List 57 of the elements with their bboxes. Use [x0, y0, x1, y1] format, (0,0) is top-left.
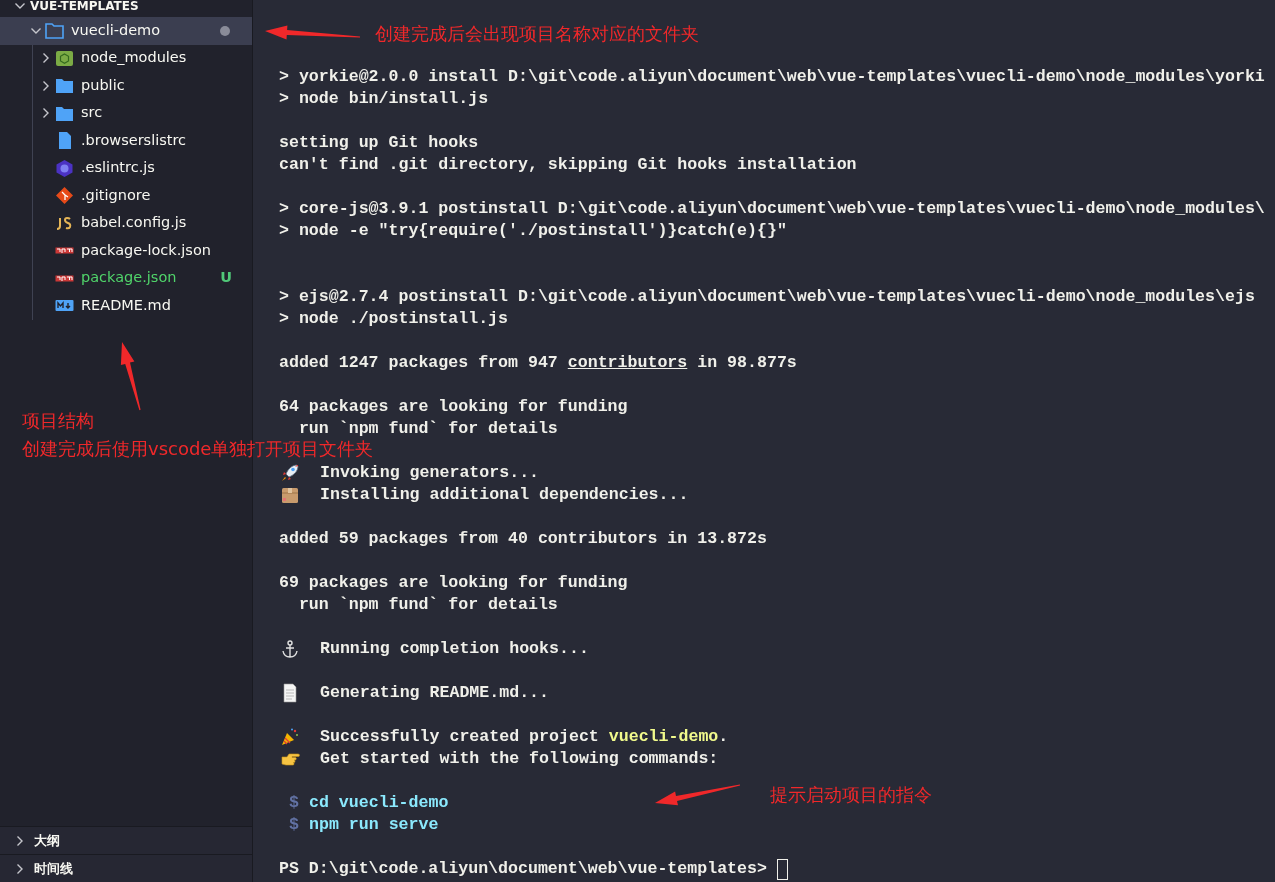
anchor-icon	[280, 639, 300, 659]
text-cursor	[776, 858, 788, 880]
terminal-line: > core-js@3.9.1 postinstall D:\git\code.aliyun\document\web\vue-templates\vuecli-demo\node_modules\	[279, 198, 1266, 220]
shell-prompt: PS D:\git\code.aliyun\document\web\vue-templates>	[279, 858, 767, 880]
terminal-line: Generating README.md...	[320, 682, 550, 704]
annotation-text: 创建完成后会出现项目名称对应的文件夹	[375, 25, 699, 43]
annotation-text: 创建完成后使用vscode单独打开项目文件夹	[22, 440, 374, 458]
document-icon	[280, 683, 300, 703]
node-folder-icon	[55, 48, 74, 68]
terminal-line: Installing additional dependencies...	[320, 484, 689, 506]
hexagon-icon	[55, 158, 74, 178]
command-text: cd vuecli-demo	[308, 792, 449, 814]
prompt-symbol: $	[289, 814, 299, 836]
rocket-icon	[280, 463, 300, 483]
section-header[interactable]: VUE-TEMPLATES	[0, 0, 252, 17]
terminal-line: Get started with the following commands:	[320, 748, 719, 770]
party-popper-icon	[280, 727, 300, 747]
terminal-line: 64 packages are looking for funding	[279, 396, 629, 418]
terminal-line: > ejs@2.7.4 postinstall D:\git\code.aliyun\document\web\vue-templates\vuecli-demo\node_modules\ejs	[279, 286, 1256, 308]
package-icon	[280, 485, 300, 505]
folder-icon	[55, 76, 74, 96]
terminal-line: > yorkie@2.0.0 install D:\git\code.aliyun\document\web\vue-templates\vuecli-demo\node_modules\yorki	[279, 66, 1266, 88]
arrow	[120, 342, 141, 411]
tree-item[interactable]: node_modules	[0, 44, 252, 72]
panel-header[interactable]: 大纲	[0, 826, 252, 854]
tree-item[interactable]: src	[0, 99, 252, 127]
annotation-text: 提示启动项目的指令	[770, 786, 932, 804]
git-icon	[55, 186, 74, 206]
terminal-line: Invoking generators...	[320, 462, 540, 484]
tree-item[interactable]: vuecli-demo	[0, 17, 252, 45]
terminal-line: added 59 packages from 40 contributors in 13.872s	[279, 528, 768, 550]
terminal-line: > node -e "try{require('./postinstall')}catch(e){}"	[279, 220, 788, 242]
tree-item[interactable]: babel.config.js	[0, 209, 252, 237]
annotation-text: 项目结构	[22, 412, 94, 430]
terminal-line: Running completion hooks...	[320, 638, 589, 660]
command-text: npm run serve	[308, 814, 439, 836]
terminal-line: setting up Git hooks	[279, 132, 480, 154]
tree-item[interactable]: .eslintrc.js	[0, 154, 252, 182]
link[interactable]: contributors	[567, 352, 688, 374]
terminal-line: 69 packages are looking for funding	[279, 572, 629, 594]
tree-item[interactable]: public	[0, 72, 252, 100]
terminal-line: can't find .git directory, skipping Git hooks installation	[279, 154, 858, 176]
terminal-line: > node bin/install.js	[279, 88, 490, 110]
tree-item[interactable]: README.md	[0, 292, 252, 320]
terminal-line: added 1247 packages from 947 contributors in 98.877s	[279, 352, 798, 374]
terminal-line: run `npm fund` for details	[297, 418, 559, 440]
git-status-label: U	[220, 268, 232, 288]
terminal-line: > node ./postinstall.js	[279, 308, 510, 330]
terminal-line: run `npm fund` for details	[297, 594, 559, 616]
tree-item[interactable]: package.json U	[0, 264, 252, 292]
tree-item[interactable]: .browserslistrc	[0, 127, 252, 155]
prompt-symbol: $	[289, 792, 299, 814]
folder-icon	[45, 21, 64, 41]
tree-item[interactable]: .gitignore	[0, 182, 252, 210]
panel-header[interactable]: 时间线	[0, 854, 252, 882]
tree-item[interactable]: package-lock.json	[0, 237, 252, 265]
terminal-line: Successfully created project vuecli-demo.	[320, 726, 729, 748]
